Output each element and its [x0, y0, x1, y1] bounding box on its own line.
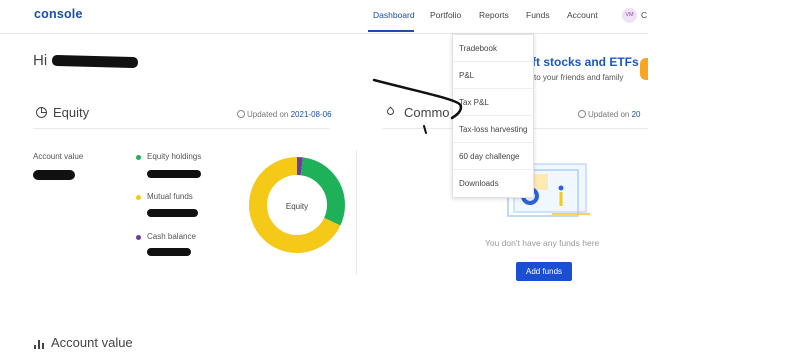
redacted-mutual-funds [147, 209, 198, 217]
user-name-initial[interactable]: C [641, 10, 647, 20]
redacted-cash-balance [147, 248, 191, 256]
clock-icon [237, 110, 245, 118]
menu-item-60-day-challenge[interactable]: 60 day challenge [453, 143, 533, 170]
promo-title: ft stocks and ETFs [532, 55, 639, 69]
column-divider [356, 150, 357, 275]
promo-graphic [640, 58, 648, 80]
menu-item-tradebook[interactable]: Tradebook [453, 35, 533, 62]
greeting: Hi [33, 52, 48, 69]
equity-donut-chart: Equity [249, 157, 345, 253]
menu-item-pnl[interactable]: P&L [453, 62, 533, 89]
pie-chart-icon [36, 107, 47, 118]
reports-dropdown: Tradebook P&L Tax P&L Tax-loss harvestin… [452, 34, 534, 198]
account-value-label: Account value [33, 152, 84, 161]
top-nav: console Dashboard Portfolio Reports Fund… [0, 0, 648, 34]
mutual-funds-dot [136, 195, 141, 200]
nav-active-indicator [368, 30, 414, 32]
console-dashboard: console Dashboard Portfolio Reports Fund… [0, 0, 648, 362]
commodity-updated: Updated on 20 [578, 110, 641, 119]
promo-subtitle: to your friends and family [534, 73, 624, 82]
cash-balance-label: Cash balance [147, 232, 196, 241]
nav-funds[interactable]: Funds [526, 10, 550, 20]
promo-banner[interactable]: ft stocks and ETFs to your friends and f… [528, 54, 648, 88]
menu-item-tax-pnl[interactable]: Tax P&L [453, 89, 533, 116]
drop-icon [385, 106, 396, 117]
redacted-equity-holdings [147, 170, 201, 178]
user-avatar[interactable]: VM [622, 8, 637, 23]
commodity-title: Commo [404, 105, 450, 120]
mutual-funds-label: Mutual funds [147, 192, 193, 201]
equity-holdings-dot [136, 155, 141, 160]
cash-balance-dot [136, 235, 141, 240]
clock-icon [578, 110, 586, 118]
redacted-username [51, 54, 139, 69]
equity-divider [33, 128, 329, 129]
nav-reports[interactable]: Reports [479, 10, 509, 20]
equity-holdings-label: Equity holdings [147, 152, 202, 161]
nav-portfolio[interactable]: Portfolio [430, 10, 461, 20]
donut-center-label: Equity [286, 202, 308, 211]
bar-chart-icon [34, 337, 47, 349]
brand-logo[interactable]: console [34, 7, 83, 21]
add-funds-button[interactable]: Add funds [516, 262, 572, 281]
redacted-account-value [33, 170, 75, 180]
nav-account[interactable]: Account [567, 10, 598, 20]
menu-item-tax-loss-harvesting[interactable]: Tax-loss harvesting [453, 116, 533, 143]
account-value-title: Account value [51, 335, 133, 350]
empty-funds-text: You don't have any funds here [485, 238, 600, 248]
equity-updated: Updated on 2021-08-06 [237, 110, 332, 119]
menu-item-downloads[interactable]: Downloads [453, 170, 533, 197]
equity-title: Equity [53, 105, 90, 120]
nav-dashboard[interactable]: Dashboard [373, 10, 415, 20]
